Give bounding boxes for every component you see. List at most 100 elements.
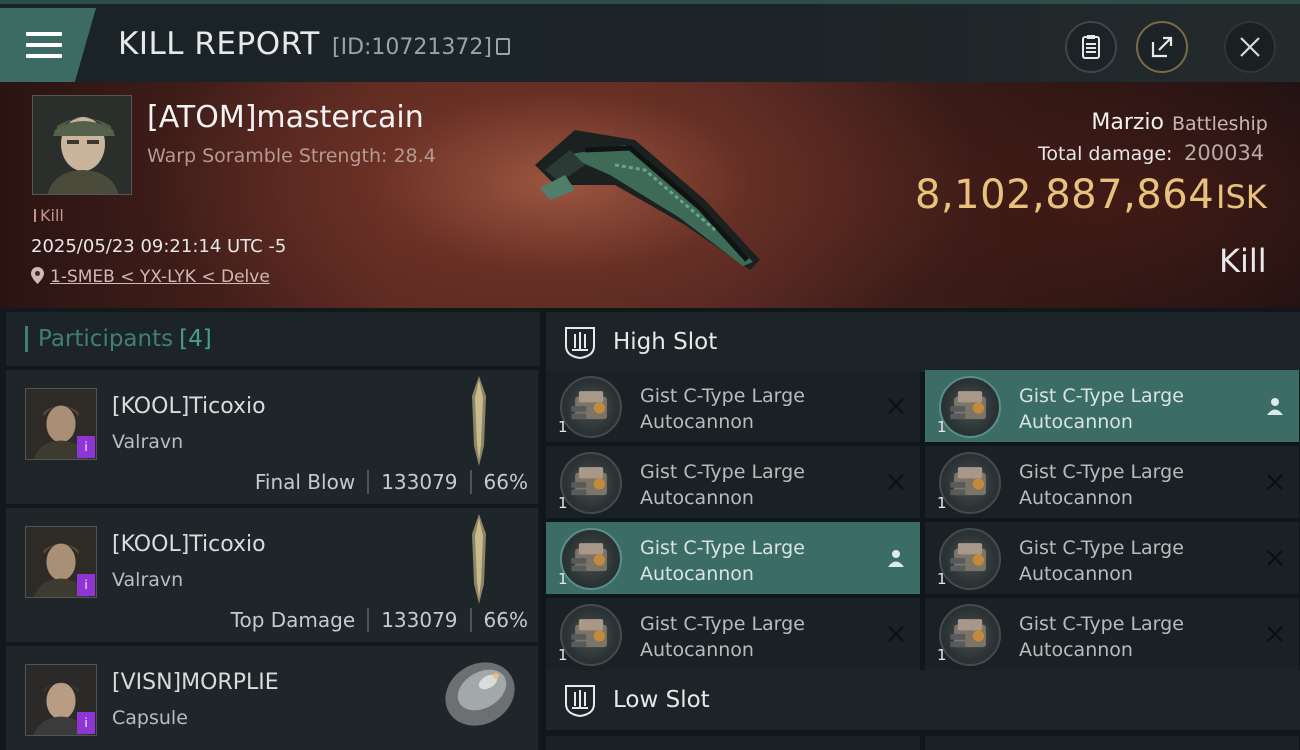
- autocannon-icon: [560, 452, 622, 514]
- participant-role: Top Damage: [230, 608, 356, 632]
- warp-scramble-strength: Warp Soramble Strength: 28.4: [147, 145, 436, 167]
- x-icon: [888, 474, 904, 490]
- close-icon: [1240, 37, 1260, 57]
- slot-quantity: 1: [558, 570, 568, 588]
- capsule-icon: [445, 662, 515, 726]
- slot-item-name-line2: Autocannon: [1019, 639, 1133, 661]
- kill-tag: Kill: [34, 206, 64, 225]
- autocannon-icon: [939, 452, 1001, 514]
- slot-item-name: Gist C-Type Large Autocannon: [1019, 611, 1249, 663]
- high-slot-item[interactable]: 1 Gist C-Type Large Autocannon: [925, 598, 1299, 670]
- slot-item-name-line1: Gist C-Type Large: [1019, 385, 1184, 407]
- high-slot-item[interactable]: 1 Gist C-Type Large Autocannon: [546, 598, 920, 670]
- high-slot-header: High Slot: [546, 312, 1300, 372]
- participant-name[interactable]: [VISN]MORPLIE: [112, 670, 279, 695]
- slot-item-name: Gist C-Type Large Autocannon: [1019, 459, 1249, 511]
- person-icon: [1267, 398, 1283, 415]
- autocannon-icon: [560, 376, 622, 438]
- high-slot-item[interactable]: 1 Gist C-Type Large Autocannon: [546, 370, 920, 442]
- result-label: Kill: [1219, 242, 1267, 280]
- slot-quantity: 1: [558, 646, 568, 664]
- high-slot-item[interactable]: 1 Gist C-Type Large Autocannon: [925, 446, 1299, 518]
- slot-item-name: Gist C-Type Large Autocannon: [1019, 383, 1249, 435]
- x-icon: [1267, 626, 1283, 642]
- location-pin-icon: [31, 267, 44, 284]
- participants-header[interactable]: Participants [4]: [6, 312, 540, 366]
- participant-card[interactable]: i [VISN]MORPLIE Capsule: [6, 646, 538, 750]
- slot-item-name-line1: Gist C-Type Large: [640, 385, 805, 407]
- victim-ship-name[interactable]: Marzio: [1091, 110, 1164, 135]
- high-slot-item[interactable]: 1 Gist C-Type Large Autocannon: [925, 522, 1299, 594]
- close-button[interactable]: [1224, 21, 1276, 73]
- slot-item-name-line2: Autocannon: [640, 411, 754, 433]
- autocannon-icon: [939, 604, 1001, 666]
- slot-quantity: 1: [558, 494, 568, 512]
- autocannon-icon: [560, 604, 622, 666]
- participant-percent: 66%: [483, 608, 528, 632]
- slot-quantity: 1: [937, 418, 947, 436]
- corp-badge: i: [77, 574, 95, 596]
- ship-icon: [472, 376, 486, 466]
- slot-item-name: Gist C-Type Large Autocannon: [1019, 535, 1249, 587]
- slot-item-name-line2: Autocannon: [1019, 563, 1133, 585]
- low-slot-item[interactable]: [546, 736, 920, 750]
- total-damage-value: 200034: [1184, 141, 1265, 165]
- location-link[interactable]: 1-SMEB < YX-LYK < Delve: [50, 267, 270, 287]
- ship-icon: [472, 514, 486, 604]
- header-bar: KILL REPORT [ID:10721372]: [0, 0, 1300, 82]
- slot-item-name-line2: Autocannon: [1019, 487, 1133, 509]
- high-slot-item[interactable]: 1 Gist C-Type Large Autocannon: [925, 370, 1299, 442]
- participant-ship: Valravn: [112, 569, 184, 591]
- autocannon-icon: [939, 528, 1001, 590]
- isk-value: 8,102,887,864: [915, 172, 1215, 218]
- participant-card[interactable]: i [KOOL]Ticoxio Valravn Top Damage 13307…: [6, 508, 538, 642]
- participant-name[interactable]: [KOOL]Ticoxio: [112, 532, 266, 557]
- slot-quantity: 1: [937, 494, 947, 512]
- copy-icon[interactable]: [495, 38, 510, 55]
- participant-ship: Valravn: [112, 431, 184, 453]
- menu-icon: [26, 32, 62, 58]
- clipboard-icon: [1082, 35, 1100, 59]
- victim-avatar[interactable]: [32, 95, 132, 195]
- avatar[interactable]: i: [25, 388, 97, 460]
- participant-name[interactable]: [KOOL]Ticoxio: [112, 394, 266, 419]
- report-id[interactable]: [ID:10721372]: [332, 35, 510, 60]
- participants-label: Participants: [38, 326, 174, 352]
- slot-item-name-line1: Gist C-Type Large: [640, 537, 805, 559]
- participant-ship: Capsule: [112, 707, 188, 729]
- report-id-text: [ID:10721372]: [332, 35, 492, 60]
- high-slot-item[interactable]: 1 Gist C-Type Large Autocannon: [546, 522, 920, 594]
- participants-count: [4]: [179, 326, 212, 352]
- isk-unit: ISK: [1216, 178, 1267, 216]
- menu-button[interactable]: [0, 8, 96, 82]
- total-damage-label: Total damage:: [1038, 143, 1173, 165]
- slot-quantity: 1: [558, 418, 568, 436]
- victim-ship-class: Battleship: [1172, 113, 1268, 135]
- avatar[interactable]: i: [25, 526, 97, 598]
- slot-item-name: Gist C-Type Large Autocannon: [640, 535, 870, 587]
- share-button[interactable]: [1136, 21, 1188, 73]
- slot-item-name: Gist C-Type Large Autocannon: [640, 383, 870, 435]
- person-icon: [888, 550, 904, 567]
- autocannon-icon: [939, 376, 1001, 438]
- clipboard-button[interactable]: [1065, 21, 1117, 73]
- participant-card[interactable]: i [KOOL]Ticoxio Valravn Final Blow 13307…: [6, 370, 538, 504]
- low-slot-label: Low Slot: [613, 687, 710, 713]
- kill-location[interactable]: 1-SMEB < YX-LYK < Delve: [31, 267, 270, 287]
- low-slot-item[interactable]: [925, 736, 1299, 750]
- high-slot-item[interactable]: 1 Gist C-Type Large Autocannon: [546, 446, 920, 518]
- slot-item-name-line1: Gist C-Type Large: [640, 613, 805, 635]
- autocannon-icon: [560, 528, 622, 590]
- slot-item-name: Gist C-Type Large Autocannon: [640, 459, 870, 511]
- corp-badge: i: [77, 712, 95, 734]
- participant-percent: 66%: [483, 470, 528, 494]
- victim-name[interactable]: [ATOM]mastercain: [147, 100, 424, 135]
- share-icon: [1151, 36, 1173, 58]
- low-slot-header: Low Slot: [546, 670, 1300, 730]
- participant-stats: Final Blow 133079 66%: [255, 470, 528, 494]
- slot-item-name-line1: Gist C-Type Large: [1019, 537, 1184, 559]
- corp-badge: i: [77, 436, 95, 458]
- avatar[interactable]: i: [25, 664, 97, 736]
- slot-item-name-line2: Autocannon: [640, 639, 754, 661]
- victim-ship-image: [535, 130, 760, 270]
